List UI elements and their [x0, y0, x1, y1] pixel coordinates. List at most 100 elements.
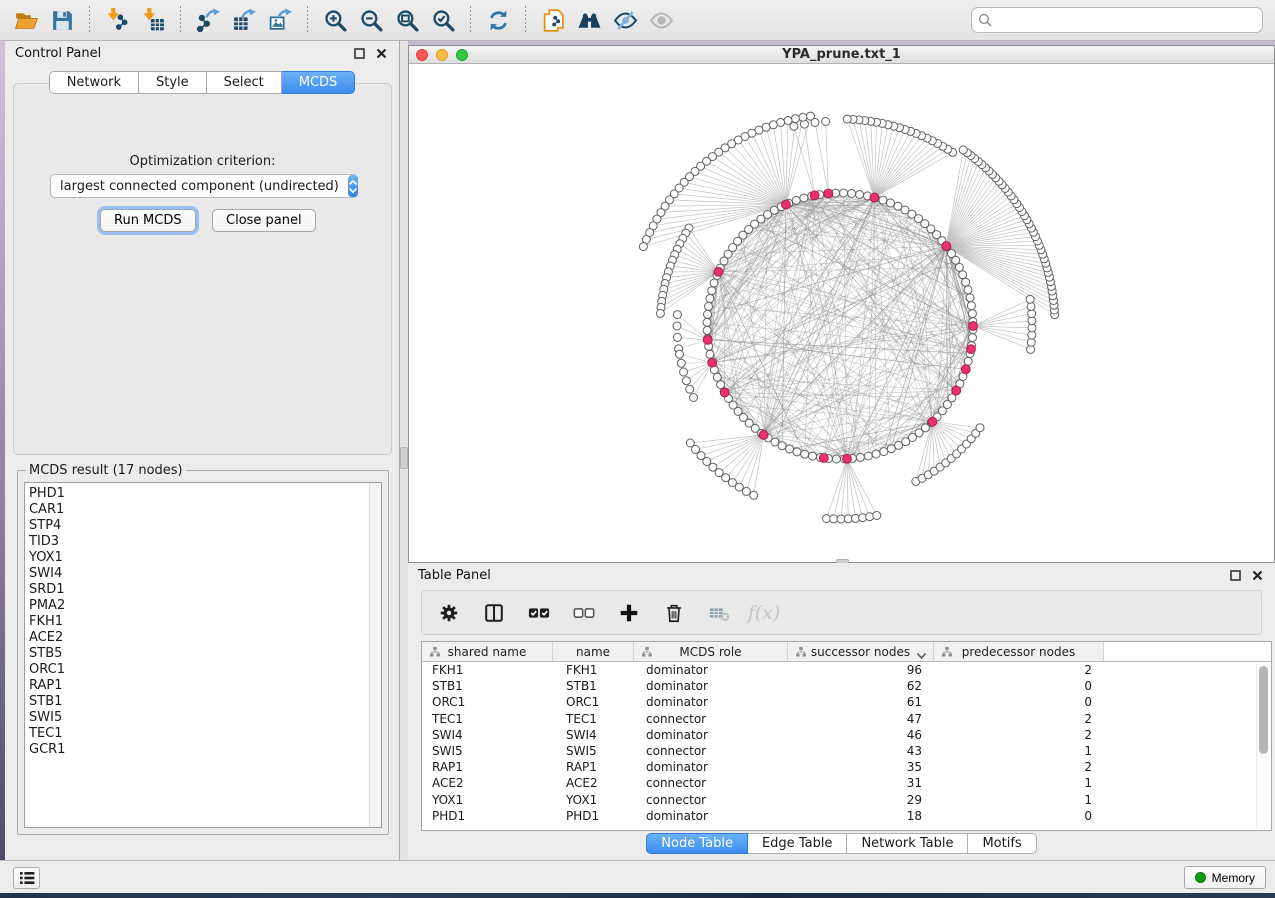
export-network-icon[interactable]: [190, 4, 226, 36]
table-row[interactable]: PHD1PHD1dominator180: [422, 808, 1271, 824]
zoom-fit-icon[interactable]: [389, 4, 425, 36]
table-row[interactable]: STB1STB1dominator620: [422, 678, 1271, 694]
graph-leaf-node[interactable]: [686, 385, 694, 393]
table-row[interactable]: SWI5SWI5connector431: [422, 743, 1271, 759]
delete-columns-icon[interactable]: [706, 600, 732, 626]
graph-leaf-node[interactable]: [1026, 295, 1034, 303]
mcds-result-item[interactable]: STP4: [29, 518, 381, 534]
graph-leaf-node[interactable]: [682, 377, 690, 385]
mcds-result-item[interactable]: YOX1: [29, 550, 381, 566]
mcds-result-item[interactable]: RAP1: [29, 678, 381, 694]
graph-leaf-node[interactable]: [677, 359, 685, 367]
memory-button[interactable]: Memory: [1184, 866, 1266, 889]
mcds-result-item[interactable]: TEC1: [29, 726, 381, 742]
graph-hub-node[interactable]: [969, 322, 978, 331]
table-scrollbar[interactable]: [1256, 664, 1269, 829]
tab-network-table[interactable]: Network Table: [847, 833, 968, 854]
graph-node[interactable]: [872, 450, 880, 458]
graph-node[interactable]: [704, 310, 712, 318]
graph-node[interactable]: [964, 286, 972, 294]
graph-leaf-node[interactable]: [777, 119, 785, 127]
open-icon[interactable]: [8, 4, 44, 36]
zoom-in-icon[interactable]: [317, 4, 353, 36]
column-header-name[interactable]: name: [553, 642, 634, 661]
eye-slash-icon[interactable]: [607, 4, 643, 36]
graph-node[interactable]: [832, 455, 840, 463]
tab-edge-table[interactable]: Edge Table: [748, 833, 847, 854]
graph-leaf-node[interactable]: [639, 243, 647, 251]
mcds-result-item[interactable]: FKH1: [29, 614, 381, 630]
table-row[interactable]: YOX1YOX1connector291: [422, 792, 1271, 808]
graph-hub-node[interactable]: [967, 345, 976, 354]
result-scrollbar[interactable]: [369, 483, 381, 827]
graph-node[interactable]: [792, 196, 800, 204]
mcds-result-item[interactable]: PHD1: [29, 486, 381, 502]
export-image-icon[interactable]: [262, 4, 298, 36]
graph-leaf-node[interactable]: [735, 483, 743, 491]
settings-icon[interactable]: [436, 600, 462, 626]
eye-icon[interactable]: [643, 4, 679, 36]
graph-node[interactable]: [710, 279, 718, 287]
graph-node[interactable]: [887, 445, 895, 453]
columns-icon[interactable]: [481, 600, 507, 626]
tab-network[interactable]: Network: [49, 71, 139, 94]
export-table-icon[interactable]: [226, 4, 262, 36]
refresh-icon[interactable]: [480, 4, 516, 36]
mcds-result-item[interactable]: TID3: [29, 534, 381, 550]
graph-node[interactable]: [703, 326, 711, 334]
scrollbar-thumb[interactable]: [1259, 666, 1268, 754]
graph-hub-node[interactable]: [819, 454, 828, 463]
graph-node[interactable]: [786, 445, 794, 453]
graph-node[interactable]: [966, 294, 974, 302]
mcds-result-item[interactable]: STB1: [29, 694, 381, 710]
graph-hub-node[interactable]: [843, 454, 852, 463]
optimization-dropdown[interactable]: largest connected component (undirected): [50, 174, 358, 198]
mcds-result-item[interactable]: ACE2: [29, 630, 381, 646]
graph-hub-node[interactable]: [759, 431, 768, 440]
deselect-all-icon[interactable]: [571, 600, 597, 626]
graph-hub-node[interactable]: [714, 268, 723, 277]
add-icon[interactable]: [616, 600, 642, 626]
graph-leaf-node[interactable]: [959, 146, 967, 154]
mcds-result-item[interactable]: SWI5: [29, 710, 381, 726]
graph-leaf-node[interactable]: [976, 424, 984, 432]
graph-node[interactable]: [793, 448, 801, 456]
function-icon[interactable]: f(x): [751, 600, 777, 626]
graph-hub-node[interactable]: [720, 388, 729, 397]
import-table-icon[interactable]: [135, 4, 171, 36]
network-window-titlebar[interactable]: YPA_prune.txt_1: [409, 46, 1274, 64]
graph-hub-node[interactable]: [928, 417, 937, 426]
graph-node[interactable]: [800, 194, 808, 202]
zoom-out-icon[interactable]: [353, 4, 389, 36]
graph-node[interactable]: [856, 191, 864, 199]
graph-leaf-node[interactable]: [822, 118, 830, 126]
graph-node[interactable]: [880, 448, 888, 456]
graph-node[interactable]: [705, 302, 713, 310]
graph-node[interactable]: [840, 189, 848, 197]
float-panel-icon[interactable]: [351, 45, 367, 61]
mcds-result-item[interactable]: SRD1: [29, 582, 381, 598]
tab-style[interactable]: Style: [139, 71, 207, 94]
column-header-MCDS-role[interactable]: MCDS role: [634, 642, 788, 661]
graph-node[interactable]: [959, 271, 967, 279]
graph-leaf-node[interactable]: [673, 322, 681, 330]
graph-leaf-node[interactable]: [784, 117, 792, 125]
graph-hub-node[interactable]: [708, 358, 717, 367]
mcds-result-item[interactable]: PMA2: [29, 598, 381, 614]
graph-node[interactable]: [848, 190, 856, 198]
graph-node[interactable]: [864, 452, 872, 460]
graph-node[interactable]: [713, 373, 721, 381]
graph-node[interactable]: [969, 334, 977, 342]
graph-node[interactable]: [967, 302, 975, 310]
graph-leaf-node[interactable]: [873, 512, 881, 520]
tab-mcds[interactable]: MCDS: [282, 71, 356, 94]
graph-hub-node[interactable]: [952, 386, 961, 395]
graph-node[interactable]: [879, 196, 887, 204]
graph-leaf-node[interactable]: [676, 350, 684, 358]
table-row[interactable]: SWI4SWI4dominator462: [422, 727, 1271, 743]
graph-leaf-node[interactable]: [807, 112, 815, 120]
graph-node[interactable]: [962, 278, 970, 286]
tab-select[interactable]: Select: [207, 71, 282, 94]
graph-leaf-node[interactable]: [830, 515, 838, 523]
graph-node[interactable]: [778, 442, 786, 450]
